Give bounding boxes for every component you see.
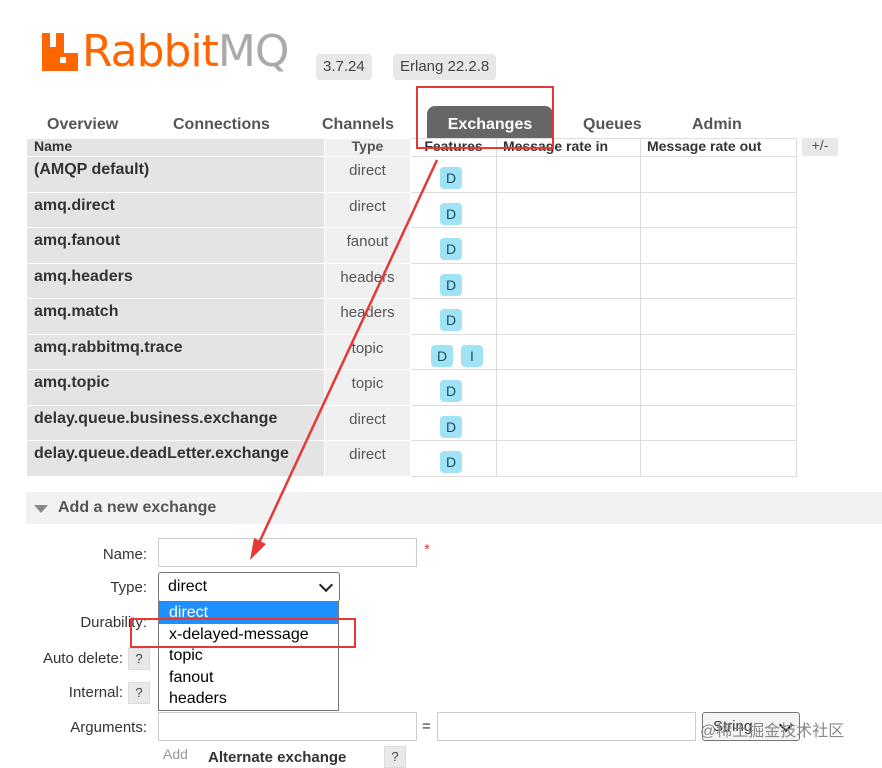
annotation-arrow-icon <box>250 159 439 560</box>
